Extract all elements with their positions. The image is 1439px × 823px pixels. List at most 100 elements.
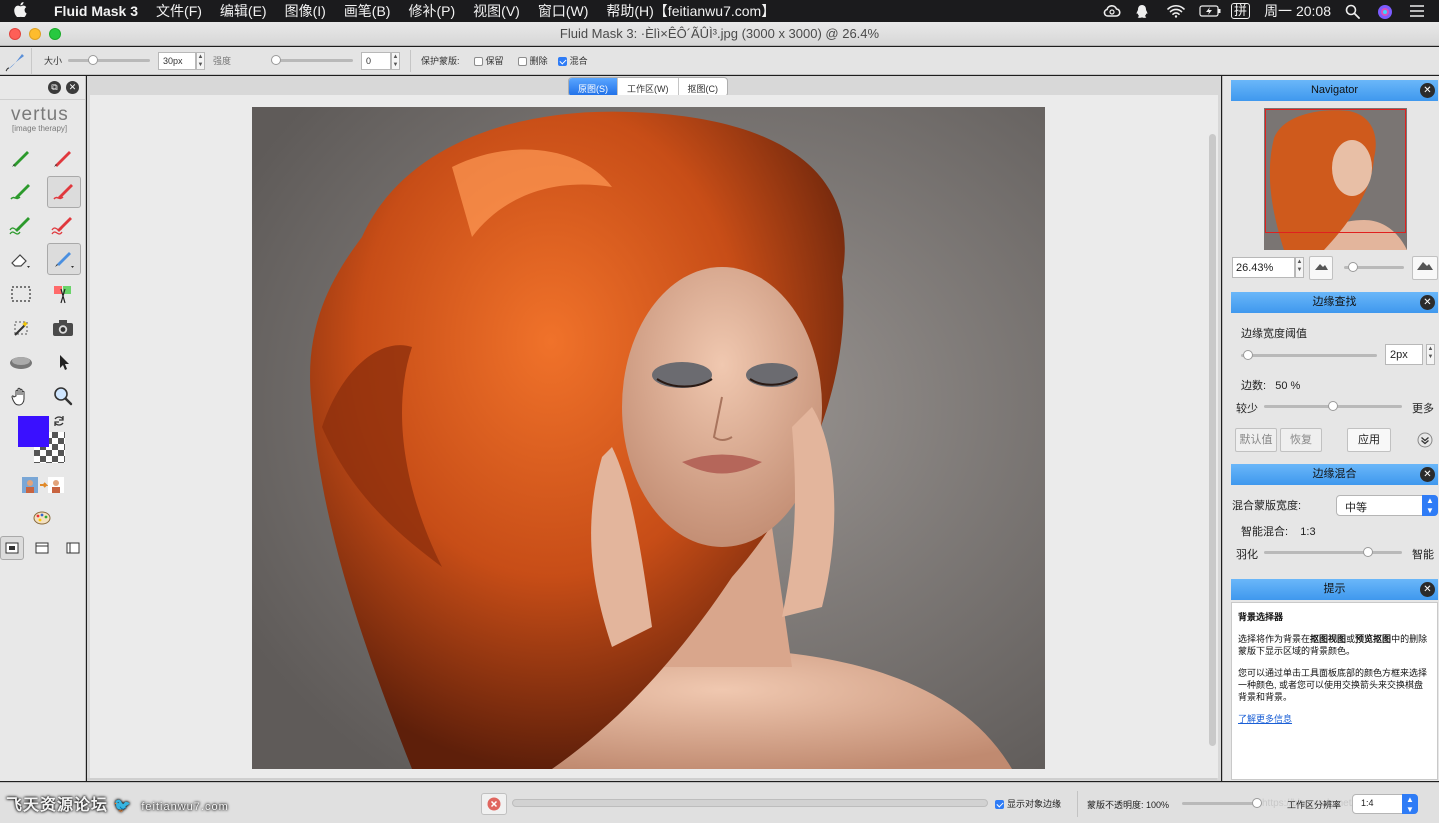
brush-size-slider[interactable]: [68, 55, 151, 65]
cancel-process-button[interactable]: [481, 793, 507, 815]
edge-blend-close-icon[interactable]: ✕: [1420, 467, 1435, 482]
qq-icon[interactable]: [1135, 4, 1153, 18]
spotlight-search-icon[interactable]: [1345, 4, 1363, 19]
delete-exact-brush-icon[interactable]: [46, 210, 80, 242]
patch-brush-icon[interactable]: [47, 243, 81, 275]
canvas-horizontal-scrollbar[interactable]: [87, 778, 1217, 780]
strength-field[interactable]: 0: [361, 51, 392, 70]
pointer-icon[interactable]: [46, 346, 80, 378]
minimize-window-button[interactable]: [29, 27, 41, 40]
zoom-window-button[interactable]: [49, 27, 61, 40]
menu-app-name[interactable]: Fluid Mask 3: [40, 3, 147, 19]
zoom-slider[interactable]: [1344, 262, 1404, 272]
rect-select-icon[interactable]: [4, 278, 38, 310]
edge-find-close-icon[interactable]: ✕: [1420, 295, 1435, 310]
palette-restore-icon[interactable]: ⧉: [48, 81, 61, 94]
view-workspace-icon[interactable]: [30, 536, 54, 560]
menu-window[interactable]: 窗口(W): [529, 1, 598, 21]
canvas-vertical-scrollbar[interactable]: [1209, 134, 1216, 746]
strength-stepper[interactable]: ▲ ▼: [391, 51, 401, 70]
edge-threshold-slider-knob[interactable]: [1242, 350, 1253, 360]
magic-wand-icon[interactable]: [4, 312, 38, 344]
menubar-clock[interactable]: 周一 20:08: [1264, 1, 1331, 21]
edge-threshold-field[interactable]: 2px: [1385, 344, 1423, 365]
zoom-out-button[interactable]: [1309, 256, 1333, 280]
zoom-stepper[interactable]: ▲ ▼: [1295, 257, 1304, 278]
edge-count-slider-knob[interactable]: [1328, 401, 1338, 411]
blend-checkbox[interactable]: 混合: [557, 54, 588, 67]
menu-file[interactable]: 文件(F): [147, 1, 211, 21]
keep-checkbox-box[interactable]: [473, 57, 483, 67]
menu-brush[interactable]: 画笔(B): [335, 1, 400, 21]
wifi-icon[interactable]: [1167, 4, 1185, 18]
menu-image[interactable]: 图像(I): [276, 1, 335, 21]
zoom-tool-icon[interactable]: [46, 380, 80, 412]
tab-cutout[interactable]: 抠图(C): [679, 78, 728, 96]
delete-checkbox[interactable]: 删除: [517, 54, 548, 67]
delete-checkbox-box[interactable]: [517, 57, 527, 67]
camera-icon[interactable]: [46, 312, 80, 344]
brush-size-stepper[interactable]: ▲ ▼: [196, 51, 206, 70]
brush-size-slider-knob[interactable]: [87, 55, 98, 65]
view-original-icon[interactable]: [0, 536, 24, 560]
menu-patch[interactable]: 修补(P): [399, 1, 464, 21]
apply-button[interactable]: 应用: [1347, 428, 1391, 452]
mask-opacity-slider[interactable]: [1182, 798, 1262, 808]
edge-threshold-slider[interactable]: [1241, 350, 1377, 360]
view-cutout-icon[interactable]: [61, 536, 85, 560]
keep-local-brush-icon[interactable]: [4, 142, 38, 174]
zoom-in-button[interactable]: [1412, 256, 1438, 280]
zoom-slider-knob[interactable]: [1348, 262, 1358, 272]
strength-slider-knob[interactable]: [271, 55, 282, 65]
brush-size-field[interactable]: 30px: [158, 51, 197, 70]
feather-smart-slider[interactable]: [1264, 547, 1402, 557]
siri-icon[interactable]: [1377, 4, 1395, 19]
hint-close-icon[interactable]: ✕: [1420, 582, 1435, 597]
delete-local-brush-icon[interactable]: [46, 142, 80, 174]
strength-slider[interactable]: [271, 55, 354, 65]
hand-tool-icon[interactable]: [4, 380, 38, 412]
mask-opacity-slider-knob[interactable]: [1252, 798, 1262, 808]
navigator-viewport-rect[interactable]: [1265, 109, 1406, 233]
battery-icon[interactable]: [1199, 4, 1221, 18]
keep-checkbox[interactable]: 保留: [473, 54, 504, 67]
keep-global-brush-icon[interactable]: [4, 176, 38, 208]
palette-close-icon[interactable]: ✕: [66, 81, 79, 94]
cutout-local-icon[interactable]: [46, 278, 80, 310]
canvas-photo[interactable]: [252, 107, 1045, 769]
show-edges-checkbox[interactable]: 显示对象边缘: [995, 797, 1061, 810]
navigator-close-icon[interactable]: ✕: [1420, 83, 1435, 98]
keep-exact-brush-icon[interactable]: [4, 210, 38, 242]
expand-options-icon[interactable]: [1417, 432, 1433, 451]
current-brush-icon[interactable]: [0, 47, 32, 74]
navigator-thumbnail[interactable]: [1264, 108, 1407, 250]
input-method-icon[interactable]: 拼: [1231, 3, 1251, 19]
swap-colors-icon[interactable]: [52, 414, 66, 431]
show-edges-checkbox-box[interactable]: [995, 800, 1004, 810]
menu-view[interactable]: 视图(V): [464, 1, 529, 21]
restore-button[interactable]: 恢复: [1280, 428, 1322, 452]
tab-original[interactable]: 原图(S): [569, 78, 618, 96]
palette-paint-icon[interactable]: [25, 502, 59, 534]
edge-count-slider[interactable]: [1264, 401, 1402, 411]
close-window-button[interactable]: [9, 27, 21, 40]
apple-icon[interactable]: [0, 1, 40, 21]
menu-edit[interactable]: 编辑(E): [211, 1, 276, 21]
blend-tool-icon[interactable]: [4, 346, 38, 378]
edge-threshold-stepper[interactable]: ▲ ▼: [1426, 344, 1435, 365]
eraser-icon[interactable]: [4, 244, 38, 276]
feather-smart-slider-knob[interactable]: [1362, 547, 1373, 557]
creative-cloud-icon[interactable]: [1103, 4, 1121, 18]
delete-global-brush-icon[interactable]: [47, 176, 81, 208]
canvas-viewport[interactable]: [90, 95, 1218, 778]
zoom-field[interactable]: 26.43%: [1232, 257, 1295, 278]
notification-center-icon[interactable]: [1409, 4, 1427, 18]
blend-checkbox-box[interactable]: [557, 57, 567, 67]
blend-width-select[interactable]: 中等 ▲ ▼: [1336, 495, 1438, 516]
resolution-select[interactable]: 1:4 ▲ ▼: [1352, 794, 1418, 814]
background-swap-icon[interactable]: [20, 469, 66, 501]
menu-help[interactable]: 帮助(H)【feitianwu7.com】: [597, 1, 784, 21]
default-button[interactable]: 默认值: [1235, 428, 1277, 452]
learn-more-link[interactable]: 了解更多信息: [1238, 714, 1292, 724]
tab-workspace[interactable]: 工作区(W): [618, 78, 679, 96]
